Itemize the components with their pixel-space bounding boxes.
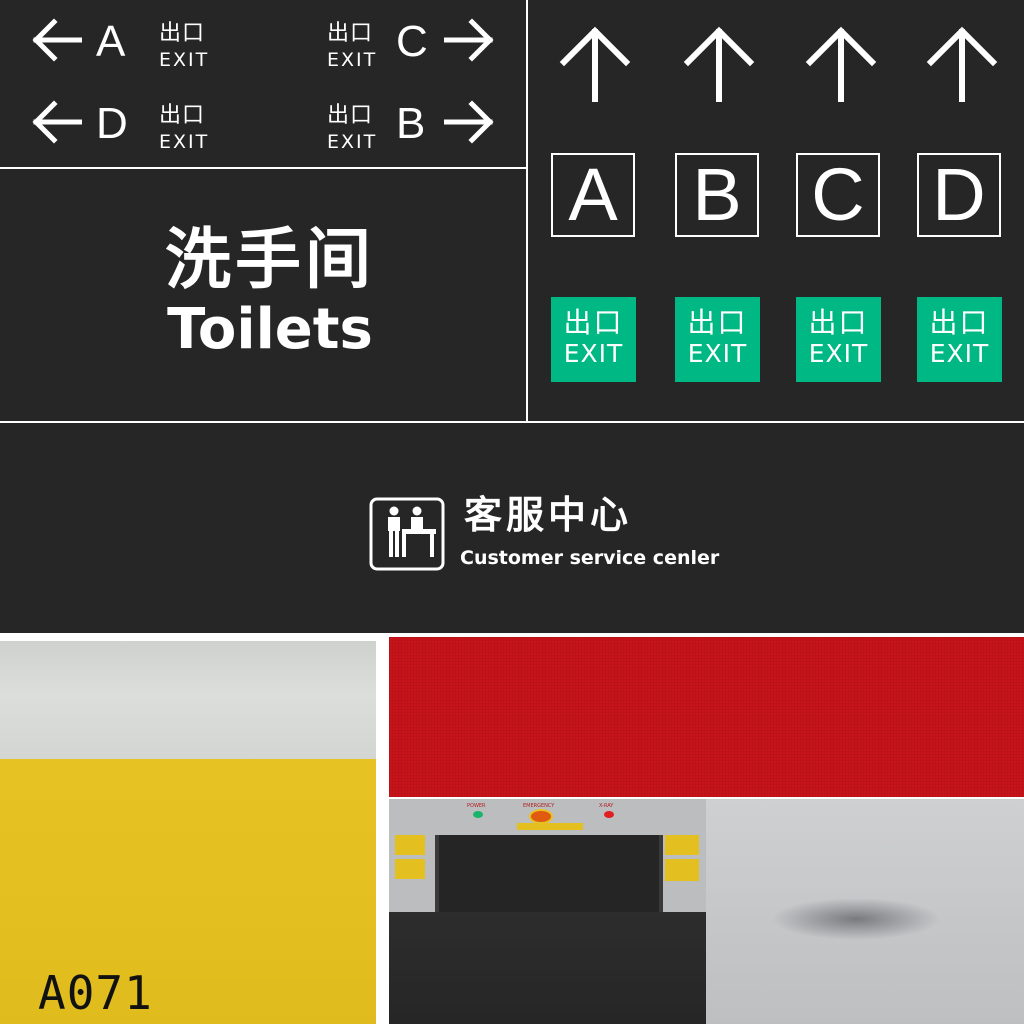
arrow-up-icon [683, 26, 755, 102]
gate-letter-d: D [917, 153, 1001, 237]
customer-service-sign: 客服中心 Customer service cenler [0, 423, 1024, 633]
gate-letter-a: A [551, 153, 635, 237]
xray-label: X-RAY [599, 803, 614, 809]
brushed-steel-texture [706, 799, 1024, 1024]
machine-opening [435, 835, 663, 912]
gate-exit-sign: A B C D 出口 EXIT 出口 EXIT 出口 EXIT 出口 EXIT [528, 0, 1024, 421]
toilets-en-label: Toilets [167, 297, 373, 362]
concrete-band [0, 641, 376, 759]
exit-letter-c: C [396, 17, 428, 66]
texture-code-label: A071 [38, 966, 153, 1020]
emergency-label-plate [517, 823, 583, 830]
exit-en-label: EXIT [327, 49, 378, 71]
service-zh-label: 客服中心 [464, 493, 633, 537]
exit-zh-label: 出口 [327, 103, 374, 128]
arrow-left-icon [32, 100, 82, 144]
arrow-left-icon [32, 18, 82, 62]
exit-zh-label: 出口 [327, 21, 374, 46]
toilets-zh-label: 洗手间 [165, 221, 375, 298]
exit-en-label: EXIT [327, 131, 378, 153]
xray-machine-texture: POWER EMERGENCY X-RAY [389, 799, 706, 912]
exit-badge-en: EXIT [929, 339, 990, 368]
exit-badge: 出口 EXIT [917, 297, 1002, 382]
warning-sticker [665, 835, 699, 855]
xray-indicator-light [604, 811, 614, 818]
radiation-warning-sticker [395, 859, 425, 879]
exit-zh-label: 出口 [159, 21, 206, 46]
exit-letter-b: B [396, 99, 426, 148]
no-entry-warning-sticker [665, 859, 699, 881]
power-label: POWER [467, 803, 486, 809]
exit-badge: 出口 EXIT [796, 297, 881, 382]
arrow-up-icon [559, 26, 631, 102]
exit-en-label: EXIT [159, 49, 210, 71]
emergency-stop-button [529, 809, 553, 824]
gate-letter-b: B [675, 153, 759, 237]
warning-sticker [395, 835, 425, 855]
exit-badge-en: EXIT [563, 339, 624, 368]
arrow-right-icon [444, 100, 494, 144]
power-indicator-light [473, 811, 483, 818]
arrow-up-icon [926, 26, 998, 102]
arrow-right-icon [444, 18, 494, 62]
service-en-label: Customer service cenler [460, 547, 720, 569]
exit-letter-a: A [96, 17, 126, 66]
exit-direction-sign: A 出口 EXIT 出口 EXIT C D 出口 EXIT 出口 EXIT B [0, 0, 526, 167]
concrete-yellow-texture: A071 [0, 641, 376, 1024]
gate-letter-c: C [796, 153, 880, 237]
exit-badge-zh: 出口 [563, 306, 624, 339]
exit-badge-zh: 出口 [808, 306, 869, 339]
exit-badge: 出口 EXIT [551, 297, 636, 382]
service-desk-icon [369, 497, 445, 571]
exit-badge-en: EXIT [687, 339, 748, 368]
conveyor-belt-texture [389, 912, 706, 1024]
exit-badge-en: EXIT [808, 339, 869, 368]
exit-badge: 出口 EXIT [675, 297, 760, 382]
exit-badge-zh: 出口 [687, 306, 748, 339]
arrow-up-icon [805, 26, 877, 102]
red-fabric-texture [389, 637, 1024, 797]
exit-badge-zh: 出口 [929, 306, 990, 339]
toilets-sign: 洗手间 Toilets [0, 169, 526, 421]
exit-en-label: EXIT [159, 131, 210, 153]
exit-letter-d: D [96, 99, 128, 148]
exit-zh-label: 出口 [159, 103, 206, 128]
